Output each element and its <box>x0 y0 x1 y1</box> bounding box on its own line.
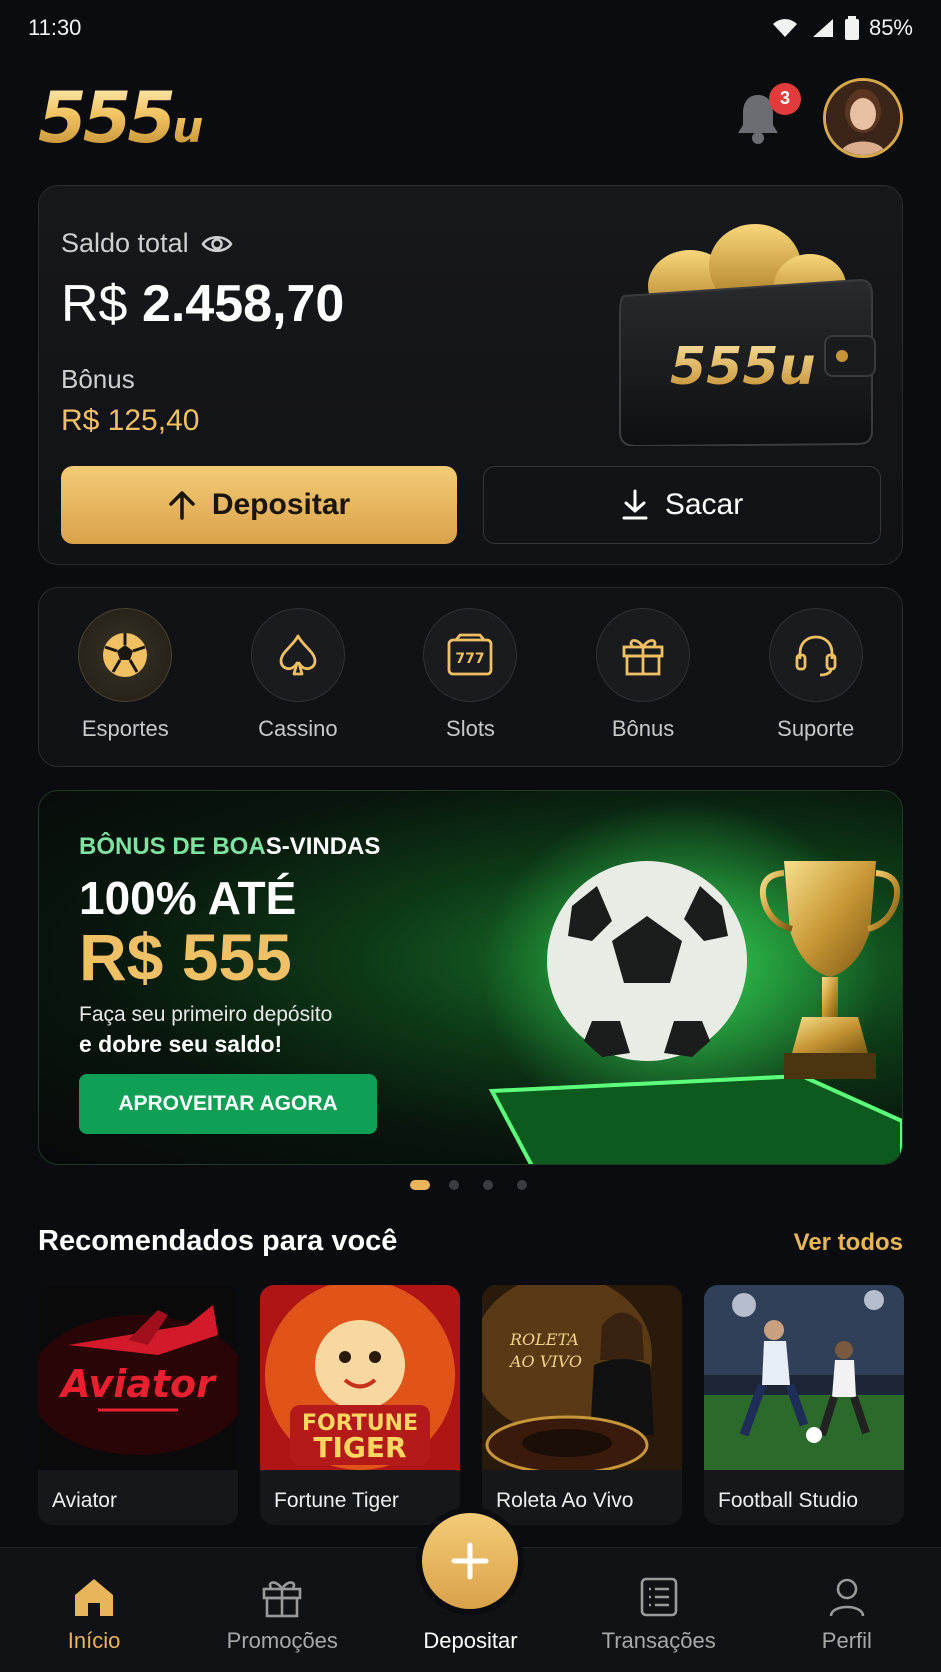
carousel-dot[interactable] <box>478 1180 498 1190</box>
wallet-logo: 555u <box>670 337 816 397</box>
bonus-label: Bônus <box>61 364 135 394</box>
nav-profile[interactable]: Perfil <box>767 1576 927 1654</box>
banner-amount: R$ 555 <box>79 920 292 994</box>
user-icon <box>829 1578 865 1617</box>
game-thumbnail: FORTUNE TIGER <box>260 1285 460 1470</box>
balance-card: Saldo total R$ 2.458,70 Bônus R$ 125,40 … <box>38 185 903 565</box>
deposit-fab-button[interactable] <box>422 1513 518 1609</box>
claim-offer-button[interactable]: APROVEITAR AGORA <box>79 1074 377 1134</box>
nav-home[interactable]: Início <box>14 1576 174 1654</box>
game-name: Football Studio <box>718 1489 859 1512</box>
carousel-dot[interactable] <box>444 1180 464 1190</box>
game-card-roleta-ao-vivo[interactable]: ROLETA AO VIVO Roleta Ao Vivo <box>482 1285 682 1525</box>
bonus-amount: R$ 125,40 <box>61 404 200 437</box>
game-thumbnail: ROLETA AO VIVO <box>482 1285 682 1470</box>
game-name: Aviator <box>52 1489 117 1512</box>
game-thumbnail <box>704 1285 904 1470</box>
game-art-title: TIGER <box>313 1431 406 1464</box>
status-icons: 85% <box>771 15 913 41</box>
soccer-ball-icon <box>103 633 148 677</box>
battery-icon <box>844 16 859 40</box>
signal-icon <box>812 19 833 37</box>
eye-icon[interactable] <box>201 233 233 255</box>
spade-icon <box>279 634 317 676</box>
game-art-title: AO VIVO <box>508 1352 582 1371</box>
game-card-football-studio[interactable]: Football Studio <box>704 1285 904 1525</box>
category-slots[interactable]: 777 Slots <box>400 608 540 766</box>
wifi-icon <box>772 19 797 37</box>
category-esportes[interactable]: Esportes <box>55 608 195 766</box>
banner-headline: 100% ATÉ <box>79 872 297 924</box>
notification-badge: 3 <box>769 82 801 115</box>
carousel-dot[interactable] <box>512 1180 532 1190</box>
game-art-title: Aviator <box>58 1362 217 1406</box>
game-carousel: Aviator Aviator FORTUNE TIGER Fortune Ti… <box>38 1285 941 1525</box>
deposit-button[interactable]: Depositar <box>61 466 457 544</box>
promo-banner[interactable]: BÔNUS DE BOAS-VINDAS 100% ATÉ R$ 555 Faç… <box>38 790 903 1165</box>
download-icon <box>622 489 648 520</box>
gift-icon <box>622 639 664 676</box>
game-name: Fortune Tiger <box>274 1489 399 1512</box>
category-suporte[interactable]: Suporte <box>746 608 886 766</box>
plus-icon <box>451 1542 489 1580</box>
battery-percent: 85% <box>868 15 913 40</box>
carousel-indicator <box>0 1180 941 1190</box>
game-art-title: ROLETA <box>509 1330 579 1349</box>
soccer-trophy-illustration <box>482 801 902 1164</box>
banner-subtitle: Faça seu primeiro depósito <box>79 1003 333 1026</box>
slot-machine-icon: 777 <box>448 633 493 676</box>
status-bar: 11:30 85% <box>0 0 941 56</box>
game-name: Roleta Ao Vivo <box>496 1489 634 1512</box>
brand-logo[interactable]: 555u <box>38 77 203 159</box>
headset-icon <box>795 635 837 677</box>
section-title: Recomendados para você <box>38 1225 398 1257</box>
nav-transactions[interactable]: Transações <box>579 1576 739 1654</box>
gift-icon <box>262 1581 302 1618</box>
status-time: 11:30 <box>28 15 82 40</box>
game-card-aviator[interactable]: Aviator Aviator <box>38 1285 238 1525</box>
app-header: 555u 3 <box>38 70 903 165</box>
banner-subtitle-bold: e dobre seu saldo! <box>79 1031 283 1057</box>
category-cassino[interactable]: Cassino <box>228 608 368 766</box>
home-icon <box>75 1579 114 1616</box>
balance-label: Saldo total <box>61 228 233 259</box>
category-shortcuts: Esportes Cassino 777 Slots Bônus Suporte <box>38 587 903 767</box>
list-icon <box>640 1577 677 1617</box>
svg-text:777: 777 <box>456 651 485 667</box>
nav-promotions[interactable]: Promoções <box>202 1576 362 1654</box>
wallet-illustration: 555u <box>619 224 876 446</box>
banner-kicker: BÔNUS DE BOAS-VINDAS <box>79 833 381 860</box>
avatar[interactable] <box>823 77 903 158</box>
category-bonus[interactable]: Bônus <box>573 608 713 766</box>
carousel-dot[interactable] <box>409 1180 430 1190</box>
game-thumbnail: Aviator <box>38 1285 238 1470</box>
game-card-fortune-tiger[interactable]: FORTUNE TIGER Fortune Tiger <box>260 1285 460 1525</box>
notifications-button[interactable]: 3 <box>733 82 801 145</box>
withdraw-button[interactable]: Sacar <box>483 466 881 544</box>
balance-amount: R$ 2.458,70 <box>61 275 345 333</box>
arrow-up-icon <box>169 491 195 520</box>
avatar-image <box>826 80 900 155</box>
see-all-link[interactable]: Ver todos <box>794 1229 903 1257</box>
